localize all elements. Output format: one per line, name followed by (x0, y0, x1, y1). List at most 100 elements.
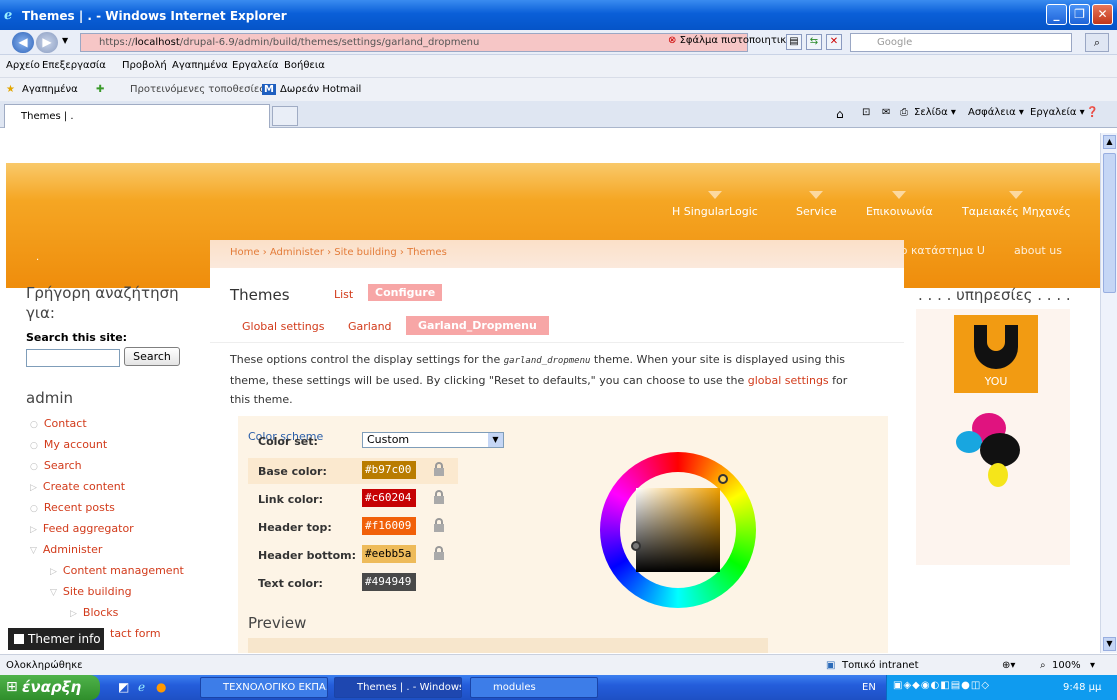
hotmail-link[interactable]: Δωρεάν Hotmail (280, 84, 361, 95)
themer-info-toggle[interactable]: Themer info (8, 628, 104, 650)
mail-icon[interactable]: ✉ (882, 107, 890, 118)
suggested-sites[interactable]: Προτεινόμενες τοποθεσίες ▾ (130, 84, 273, 95)
nav-recent-posts[interactable]: ○ Recent posts (30, 501, 115, 514)
color-input[interactable]: #c60204 (362, 489, 416, 507)
url-field[interactable]: https://localhost/drupal-6.9/admin/build… (80, 33, 748, 52)
primary-nav-cash-registers[interactable]: Ταμειακές Μηχανές (962, 191, 1071, 218)
stop-icon[interactable]: ✕ (826, 34, 842, 50)
protected-mode-icon[interactable]: ⊕▾ (1002, 660, 1015, 671)
nav-administer[interactable]: ▽ Administer (30, 543, 102, 556)
nav-my-account[interactable]: ○ My account (30, 438, 107, 451)
menu-help[interactable]: Βοήθεια (284, 60, 325, 71)
tab-themes[interactable]: Themes | . (4, 104, 270, 128)
color-input[interactable]: #eebb5a (362, 545, 416, 563)
feeds-icon[interactable]: ⊡ (862, 107, 870, 118)
search-go-button[interactable]: ⌕ (1085, 33, 1109, 52)
lock-icon[interactable] (434, 546, 444, 560)
search-field[interactable]: Google (850, 33, 1072, 52)
back-button[interactable]: ◀ (12, 32, 34, 53)
hue-marker[interactable] (718, 474, 728, 484)
tab-list[interactable]: List (334, 288, 353, 301)
ie-window: ℯ Themes | . - Windows Internet Explorer… (0, 0, 1117, 700)
color-marker[interactable] (631, 541, 641, 551)
refresh-icon[interactable]: ⇆ (806, 34, 822, 50)
tray-icons[interactable]: ▣◈◆◉◐◧▤●◫◇ (893, 680, 990, 691)
compatibility-icon[interactable]: ▤ (786, 34, 802, 50)
nav-contact-form[interactable]: tact form (110, 627, 161, 640)
nav-content-management[interactable]: ▷ Content management (50, 564, 184, 577)
bullet-icon: ○ (30, 504, 38, 514)
nav-create-content[interactable]: ▷ Create content (30, 480, 125, 493)
page-menu[interactable]: Σελίδα ▾ (914, 107, 956, 118)
zoom-level[interactable]: 100% (1052, 660, 1081, 671)
field-label: Header top: (258, 521, 332, 534)
certificate-error[interactable]: ⊗ Σφάλμα πιστοποιητικού (668, 35, 798, 46)
nav-blocks[interactable]: ▷ Blocks (70, 606, 118, 619)
vertical-scrollbar[interactable]: ▲ ▼ (1100, 133, 1117, 653)
task-word[interactable]: ΤΕΧΝΟΛΟΓΙΚΟ ΕΚΠΑ... (200, 677, 328, 698)
nav-pointer-icon (892, 191, 907, 199)
tab-configure[interactable]: Configure (368, 284, 443, 301)
primary-nav-contact[interactable]: Επικοινωνία (866, 191, 933, 218)
color-wheel[interactable] (600, 452, 756, 608)
safety-menu[interactable]: Ασφάλεια ▾ (968, 107, 1024, 118)
home-icon[interactable]: ⌂ (836, 107, 844, 121)
bullet-icon: ○ (30, 420, 38, 430)
color-input[interactable]: #b97c00 (362, 461, 416, 479)
saturation-square[interactable] (636, 488, 720, 572)
help-icon[interactable]: ❓ (1086, 107, 1098, 118)
quicklaunch-ie-icon[interactable]: ℯ (138, 680, 145, 694)
scroll-down-icon[interactable]: ▼ (1103, 637, 1116, 651)
secondary-nav-about[interactable]: about us (1014, 244, 1062, 257)
menu-favorites[interactable]: Αγαπημένα (172, 60, 228, 71)
new-tab-button[interactable] (272, 106, 298, 126)
menu-tools[interactable]: Εργαλεία (232, 60, 278, 71)
menu-file[interactable]: Αρχείο (6, 60, 40, 71)
lock-icon[interactable] (434, 518, 444, 532)
secondary-nav-store[interactable]: Το κατάστημα U (894, 244, 985, 257)
site-search-input[interactable] (26, 349, 120, 367)
zoom-dropdown-icon[interactable]: ▾ (1090, 660, 1095, 671)
task-modules[interactable]: modules (470, 677, 598, 698)
u-logo[interactable]: YOU (954, 315, 1038, 393)
forward-button[interactable]: ▶ (36, 32, 58, 53)
theme-machine-name: garland_dropmenu (503, 356, 591, 366)
windows-flag-icon: ⊞ (6, 679, 18, 695)
site-search-button[interactable]: Search (124, 347, 180, 366)
breadcrumb[interactable]: Home › Administer › Site building › Them… (210, 240, 904, 268)
add-favorites-icon[interactable]: ✚ (96, 84, 104, 95)
minimize-button[interactable]: _ (1046, 4, 1067, 25)
history-dropdown-icon[interactable]: ▼ (62, 36, 68, 45)
primary-nav-service[interactable]: Service (796, 191, 837, 218)
nav-feed-aggregator[interactable]: ▷ Feed aggregator (30, 522, 134, 535)
lock-icon[interactable] (434, 490, 444, 504)
print-icon[interactable]: ⎙ (900, 107, 908, 118)
language-indicator[interactable]: EN (862, 682, 876, 693)
subtab-global-settings[interactable]: Global settings (242, 320, 324, 333)
primary-nav-singularlogic[interactable]: Η SingularLogic (672, 191, 758, 218)
color-input[interactable]: #f16009 (362, 517, 416, 535)
lock-icon[interactable] (434, 462, 444, 476)
nav-search[interactable]: ○ Search (30, 459, 82, 472)
favorites-button[interactable]: Αγαπημένα (22, 84, 78, 95)
menu-edit[interactable]: Επεξεργασία (42, 60, 106, 71)
scroll-up-icon[interactable]: ▲ (1103, 135, 1116, 149)
cert-error-label: Σφάλμα πιστοποιητικού (679, 35, 799, 46)
close-button[interactable]: ✕ (1092, 4, 1113, 25)
maximize-button[interactable]: ❐ (1069, 4, 1090, 25)
quicklaunch-desktop-icon[interactable]: ◩ (118, 680, 129, 694)
menu-view[interactable]: Προβολή (122, 60, 167, 71)
global-settings-link[interactable]: global settings (748, 374, 829, 387)
quicklaunch-firefox-icon[interactable]: ● (156, 680, 166, 694)
subtab-garland-dropmenu[interactable]: Garland_Dropmenu (406, 316, 549, 335)
nav-site-building[interactable]: ▽ Site building (50, 585, 132, 598)
address-bar: ◀ ▶ ▼ https://localhost/drupal-6.9/admin… (0, 30, 1117, 55)
color-input[interactable]: #494949 (362, 573, 416, 591)
task-ie[interactable]: Themes | . - Windows... (334, 677, 462, 698)
color-set-select[interactable]: Custom ▼ (362, 432, 504, 448)
tools-menu[interactable]: Εργαλεία ▾ (1030, 107, 1085, 118)
expanded-arrow-icon: ▽ (30, 546, 37, 556)
scroll-thumb[interactable] (1103, 153, 1116, 293)
subtab-garland[interactable]: Garland (348, 320, 392, 333)
nav-contact[interactable]: ○ Contact (30, 417, 87, 430)
